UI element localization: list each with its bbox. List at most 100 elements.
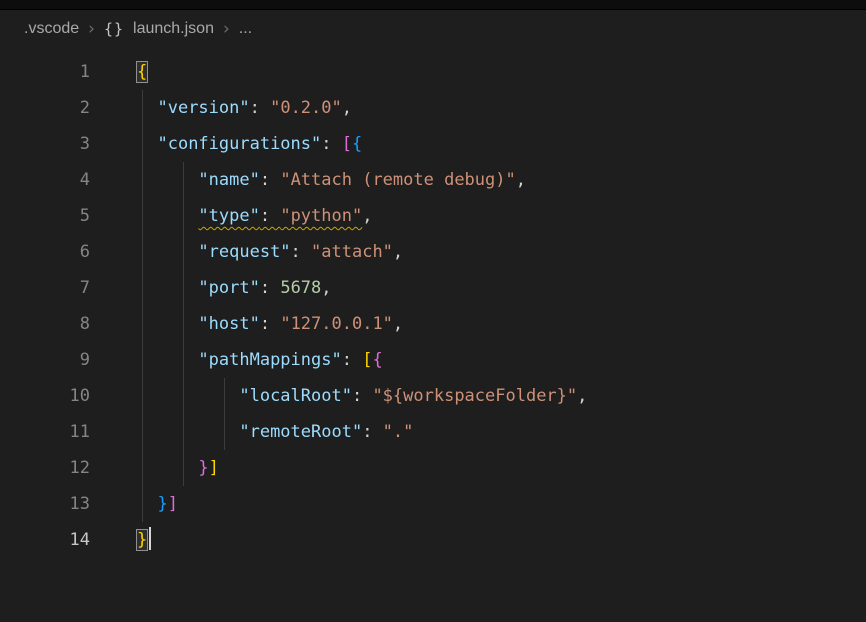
token: "127.0.0.1" xyxy=(280,314,393,334)
line-number[interactable]: 1 xyxy=(0,54,90,90)
code-content: "version": "0.2.0", xyxy=(137,90,352,126)
indent-guide xyxy=(142,306,143,342)
token: "attach" xyxy=(311,242,393,262)
code-line[interactable]: 3 "configurations": [{ xyxy=(0,126,866,162)
code-content: "type": "python", xyxy=(137,198,372,234)
breadcrumb-folder[interactable]: .vscode xyxy=(24,20,79,38)
code-content: "remoteRoot": "." xyxy=(137,414,413,450)
token: } xyxy=(198,458,208,478)
code-content: "localRoot": "${workspaceFolder}", xyxy=(137,378,587,414)
line-number[interactable]: 12 xyxy=(0,450,90,486)
code-line[interactable]: 1{ xyxy=(0,54,866,90)
line-number[interactable]: 11 xyxy=(0,414,90,450)
line-number[interactable]: 14 xyxy=(0,522,90,558)
code-content: "pathMappings": [{ xyxy=(137,342,383,378)
indent-guide xyxy=(183,234,184,270)
token: "pathMappings" xyxy=(198,350,341,370)
line-number[interactable]: 2 xyxy=(0,90,90,126)
token: "Attach (remote debug)" xyxy=(280,170,515,190)
line-number[interactable]: 10 xyxy=(0,378,90,414)
indent xyxy=(137,458,198,478)
token: "type" xyxy=(198,206,259,226)
token: : xyxy=(250,98,270,118)
json-file-icon: {} xyxy=(104,20,124,38)
indent-guide xyxy=(142,486,143,522)
token: "port" xyxy=(198,278,259,298)
code-line[interactable]: 9 "pathMappings": [{ xyxy=(0,342,866,378)
code-content: }] xyxy=(137,486,178,522)
indent-guide xyxy=(142,342,143,378)
indent-guide xyxy=(183,270,184,306)
indent-guide xyxy=(142,378,143,414)
token: : xyxy=(260,206,280,226)
code-line[interactable]: 12 }] xyxy=(0,450,866,486)
code-line[interactable]: 4 "name": "Attach (remote debug)", xyxy=(0,162,866,198)
token: , xyxy=(393,314,403,334)
code-line[interactable]: 13 }] xyxy=(0,486,866,522)
line-number[interactable]: 7 xyxy=(0,270,90,306)
line-number[interactable]: 13 xyxy=(0,486,90,522)
indent xyxy=(137,206,198,226)
code-line[interactable]: 8 "host": "127.0.0.1", xyxy=(0,306,866,342)
token: "request" xyxy=(198,242,290,262)
indent-guide xyxy=(142,450,143,486)
indent-guide xyxy=(142,234,143,270)
code-content: { xyxy=(137,54,147,90)
token: : xyxy=(362,422,382,442)
indent-guide xyxy=(183,306,184,342)
token: } xyxy=(157,494,167,514)
warning-squiggle: "type": "python" xyxy=(198,206,362,226)
code-content: "request": "attach", xyxy=(137,234,403,270)
line-number[interactable]: 8 xyxy=(0,306,90,342)
token: , xyxy=(362,206,372,226)
line-number[interactable]: 5 xyxy=(0,198,90,234)
breadcrumb-file[interactable]: launch.json xyxy=(133,20,214,38)
token: : xyxy=(260,314,280,334)
indent-guide xyxy=(183,198,184,234)
indent xyxy=(137,98,157,118)
code-content: }] xyxy=(137,450,219,486)
code-line[interactable]: 6 "request": "attach", xyxy=(0,234,866,270)
code-line[interactable]: 11 "remoteRoot": "." xyxy=(0,414,866,450)
line-number[interactable]: 4 xyxy=(0,162,90,198)
token: : xyxy=(260,170,280,190)
token: ] xyxy=(168,494,178,514)
token: "host" xyxy=(198,314,259,334)
code-line[interactable]: 7 "port": 5678, xyxy=(0,270,866,306)
token: } xyxy=(137,530,147,550)
token: , xyxy=(577,386,587,406)
code-line[interactable]: 2 "version": "0.2.0", xyxy=(0,90,866,126)
code-lines: 1{2 "version": "0.2.0",3 "configurations… xyxy=(0,54,866,558)
indent-guide xyxy=(142,198,143,234)
line-number[interactable]: 9 xyxy=(0,342,90,378)
token: , xyxy=(321,278,331,298)
token: "configurations" xyxy=(157,134,321,154)
code-line[interactable]: 5 "type": "python", xyxy=(0,198,866,234)
indent-guide xyxy=(183,162,184,198)
breadcrumb-symbol[interactable]: ... xyxy=(239,20,252,38)
code-editor[interactable]: 1{2 "version": "0.2.0",3 "configurations… xyxy=(0,48,866,558)
token: [ xyxy=(362,350,372,370)
code-line[interactable]: 14} xyxy=(0,522,866,558)
breadcrumb: .vscode › {} launch.json › ... xyxy=(0,10,866,48)
indent-guide xyxy=(183,450,184,486)
code-content: "name": "Attach (remote debug)", xyxy=(137,162,526,198)
indent-guide xyxy=(142,162,143,198)
chevron-right-icon: › xyxy=(88,19,95,39)
token: : xyxy=(321,134,341,154)
token: : xyxy=(291,242,311,262)
token: "${workspaceFolder}" xyxy=(372,386,577,406)
indent-guide xyxy=(183,414,184,450)
token: 5678 xyxy=(280,278,321,298)
token: , xyxy=(516,170,526,190)
token: "localRoot" xyxy=(239,386,352,406)
code-content: "configurations": [{ xyxy=(137,126,362,162)
indent-guide xyxy=(183,378,184,414)
token: "remoteRoot" xyxy=(239,422,362,442)
indent-guide xyxy=(224,378,225,414)
indent-guide xyxy=(224,414,225,450)
line-number[interactable]: 3 xyxy=(0,126,90,162)
line-number[interactable]: 6 xyxy=(0,234,90,270)
indent-guide xyxy=(142,90,143,126)
code-line[interactable]: 10 "localRoot": "${workspaceFolder}", xyxy=(0,378,866,414)
